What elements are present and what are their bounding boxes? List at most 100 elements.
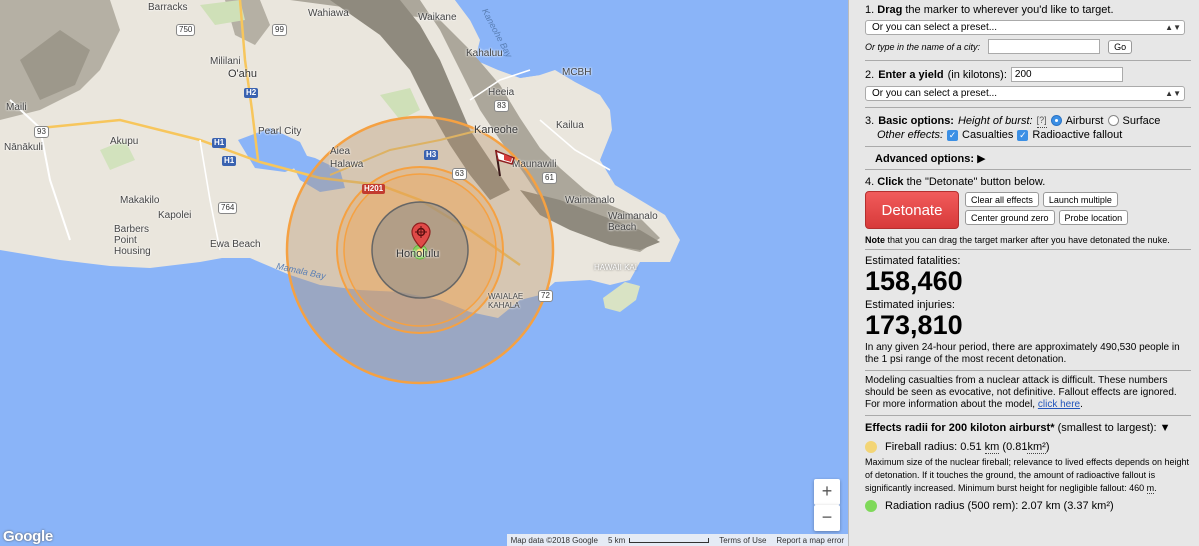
target-marker-icon[interactable] xyxy=(410,222,432,254)
fallout-label[interactable]: Radioactive fallout xyxy=(1032,128,1122,142)
terms-of-use-link[interactable]: Terms of Use xyxy=(719,536,766,545)
control-panel: 1. Drag the marker to wherever you'd lik… xyxy=(848,0,1199,546)
radiation-row: Radiation radius (500 rem): 2.07 km (3.3… xyxy=(865,500,1191,512)
map-label-ewa-beach: Ewa Beach xyxy=(210,239,261,250)
map-scale-bar xyxy=(629,537,710,543)
probe-location-button[interactable]: Probe location xyxy=(1058,210,1129,225)
map-label-waialae-kahala: WAIALAE KAHALA xyxy=(488,292,524,310)
route-764-shield: 764 xyxy=(218,202,238,214)
report-map-error-link[interactable]: Report a map error xyxy=(776,536,844,545)
route-61-shield: 61 xyxy=(542,172,557,184)
yield-preset-select[interactable]: Or you can select a preset... xyxy=(865,86,1185,101)
step4-number: 4. xyxy=(865,176,875,188)
step1-section: 1. Drag the marker to wherever you'd lik… xyxy=(865,0,1191,61)
fireball-swatch-icon xyxy=(865,441,877,453)
advanced-options-toggle[interactable]: Advanced options: ▶ xyxy=(865,146,1191,166)
center-ground-zero-button[interactable]: Center ground zero xyxy=(965,210,1055,225)
effects-header-text: (smallest to largest): xyxy=(1057,422,1157,434)
city-label: Or type in the name of a city: xyxy=(865,41,981,52)
note-text: that you can drag the target marker afte… xyxy=(887,235,1170,245)
surface-label[interactable]: Surface xyxy=(1123,114,1161,128)
burst-row: 3. Basic options: Height of burst: [?] A… xyxy=(865,113,1191,128)
map-label-aiea: Aiea xyxy=(330,146,351,157)
airburst-radio[interactable] xyxy=(1050,115,1062,126)
fireball-km-unit[interactable]: km xyxy=(984,441,1000,454)
fallout-wind-flag-icon[interactable] xyxy=(492,148,518,178)
fallout-checkbox[interactable]: ✓ xyxy=(1017,129,1029,141)
location-preset-select-wrap[interactable]: Or you can select a preset... ▲▼ xyxy=(865,20,1185,35)
step4-section: 4. Click the "Detonate" button below. De… xyxy=(865,170,1191,250)
fireball-close-paren: ) xyxy=(1045,441,1050,453)
map-label-barracks: Barracks xyxy=(148,2,188,13)
route-93-shield: 93 xyxy=(34,126,49,138)
route-72-shield: 72 xyxy=(538,290,553,302)
map-view[interactable]: Barracks Wahiawa Waikane Mililani O'ahu … xyxy=(0,0,848,546)
route-63-shield: 63 xyxy=(452,168,467,180)
advanced-options-label[interactable]: Advanced options: xyxy=(875,153,974,165)
fireball-km2-unit[interactable]: km² xyxy=(1027,441,1046,454)
injuries-value: 173,810 xyxy=(865,310,963,340)
map-label-mililani: Mililani xyxy=(210,56,241,67)
highway-h1-shield-2: H1 xyxy=(222,156,237,166)
map-label-kapolei: Kapolei xyxy=(158,210,192,221)
city-input[interactable] xyxy=(988,39,1101,54)
modeling-note: Modeling casualties from a nuclear attac… xyxy=(865,371,1191,416)
highway-h3-shield: H3 xyxy=(424,150,439,160)
zoom-out-button[interactable]: − xyxy=(814,505,840,531)
help-link[interactable]: [?] xyxy=(1036,113,1047,128)
map-label-pearl-city: Pearl City xyxy=(258,126,302,137)
launch-multiple-button[interactable]: Launch multiple xyxy=(1042,192,1118,207)
map-label-mcbh: MCBH xyxy=(562,67,592,78)
yield-row: 2. Enter a yield (in kilotons): xyxy=(865,67,1191,82)
effects-section: Effects radii for 200 kiloton airburst* … xyxy=(865,416,1191,512)
fireball-area-value: (0.81 xyxy=(1002,441,1028,453)
map-scale-label: 5 km xyxy=(607,535,626,545)
step1-text: the marker to wherever you'd like to tar… xyxy=(905,4,1114,16)
step3-number: 3. xyxy=(865,114,875,127)
casualties-label[interactable]: Casualties xyxy=(962,128,1013,142)
yield-preset-select-wrap[interactable]: Or you can select a preset... ▲▼ xyxy=(865,86,1185,101)
map-label-waimanalo: Waimanalo xyxy=(565,195,615,206)
detonate-button[interactable]: Detonate xyxy=(865,191,959,229)
click-here-link[interactable]: click here xyxy=(1038,399,1080,410)
map-label-kahaluu: Kahaluu xyxy=(466,48,503,59)
other-effects-label: Other effects: xyxy=(877,129,944,141)
go-button[interactable]: Go xyxy=(1108,39,1133,54)
map-label-kaneohe: Kaneohe xyxy=(474,124,519,136)
highway-h2-shield: H2 xyxy=(244,88,259,98)
effects-header-bold: Effects radii for 200 kiloton airburst* xyxy=(865,422,1055,434)
map-label-akupu: Akupu xyxy=(110,136,139,147)
map-canvas xyxy=(0,0,848,546)
step2-number: 2. xyxy=(865,68,875,81)
collapse-arrow-icon[interactable]: ▼ xyxy=(1160,422,1171,434)
clear-all-effects-button[interactable]: Clear all effects xyxy=(965,192,1039,207)
modeling-text: Modeling casualties from a nuclear attac… xyxy=(865,375,1177,410)
map-label-waikane: Waikane xyxy=(418,12,457,23)
effects-header[interactable]: Effects radii for 200 kiloton airburst* … xyxy=(865,422,1191,434)
action-buttons: Clear all effects Launch multiple Center… xyxy=(965,192,1129,225)
zoom-in-button[interactable]: + xyxy=(814,479,840,505)
map-data-credit: Map data ©2018 Google xyxy=(510,535,598,545)
fireball-label: Fireball radius: 0.51 km (0.81km²) xyxy=(885,441,1050,454)
action-row: Detonate Clear all effects Launch multip… xyxy=(865,191,1191,229)
map-label-maili: Maili xyxy=(6,102,27,113)
casualties-checkbox[interactable]: ✓ xyxy=(947,129,959,141)
fireball-row: Fireball radius: 0.51 km (0.81km²) xyxy=(865,441,1191,454)
fireball-desc-end: . xyxy=(1154,483,1157,493)
route-99-shield: 99 xyxy=(272,24,287,36)
route-750-shield: 750 xyxy=(176,24,196,36)
map-scale: 5 km xyxy=(607,535,710,545)
step4-heading: 4. Click the "Detonate" button below. xyxy=(865,176,1191,188)
psi-population-text: In any given 24-hour period, there are a… xyxy=(865,342,1180,365)
radiation-swatch-icon xyxy=(865,500,877,512)
yield-input[interactable] xyxy=(1010,67,1123,82)
step1-number: 1. xyxy=(865,4,875,16)
map-label-kailua: Kailua xyxy=(556,120,584,131)
modeling-period: . xyxy=(1080,399,1083,410)
surface-radio[interactable] xyxy=(1107,115,1119,126)
expand-arrow-icon[interactable]: ▶ xyxy=(977,153,985,165)
map-label-barbers-point: Barbers Point Housing xyxy=(114,224,151,257)
location-preset-select[interactable]: Or you can select a preset... xyxy=(865,20,1185,35)
step3-bold: Basic options: xyxy=(878,114,954,127)
airburst-label[interactable]: Airburst xyxy=(1066,114,1104,128)
